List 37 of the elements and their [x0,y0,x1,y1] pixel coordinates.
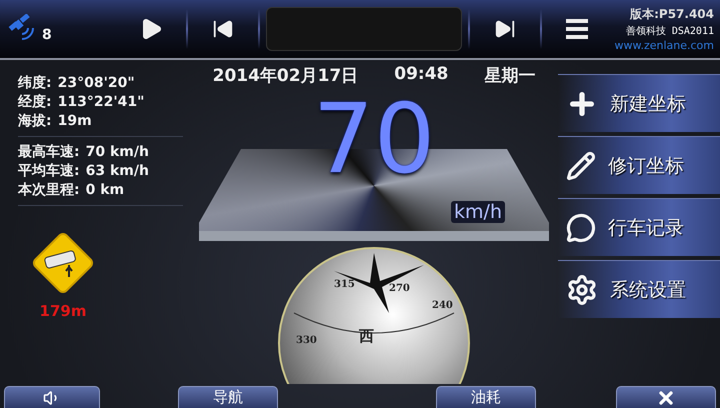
menu-icon [566,19,588,39]
coordinate-value: 113°22'41" [58,93,144,111]
time-label: 09:48 [394,64,448,86]
menu-item[interactable]: 新建坐标 [558,74,720,132]
coordinate-label: 海拔: [18,112,52,130]
website-link[interactable]: www.zenlane.com [614,39,714,52]
navigation-button[interactable]: 导航 [178,386,278,408]
satellite-count: 8 [42,27,52,43]
skip-forward-icon [494,18,516,40]
speed-value: 70 [312,87,436,191]
fuel-button[interactable]: 油耗 [436,386,536,408]
trip-stat-value: 0 km [86,181,124,199]
skip-back-icon [212,18,234,40]
close-button[interactable] [616,386,716,408]
menu-item[interactable]: 行车记录 [558,198,720,256]
volume-button[interactable] [4,386,100,408]
compass-ball-drawing: 315 270 330 240 西 [278,247,470,384]
trip-stat-value: 70 km/h [86,143,149,161]
trip-stat-label: 最高车速: [18,143,80,161]
settings-icon [566,274,598,306]
trip-stat-label: 本次里程: [18,181,80,199]
coordinate-label: 经度: [18,93,52,111]
coordinate-value: 19m [58,112,92,130]
version-label: 版本:P57.404 [630,6,714,23]
weekday-label: 星期一 [484,65,536,87]
menu-item[interactable]: 修订坐标 [558,136,720,194]
menu-item[interactable]: 系统设置 [558,260,720,318]
trip-stat-label: 平均车速: [18,162,80,180]
pencil-icon [566,150,596,180]
coordinate-value: 23°08'20" [58,74,135,92]
brand-label: 善领科技 DSA2011 [626,24,714,38]
date-label: 2014年02月17日 [212,65,358,87]
camera-distance: 179m [40,302,86,320]
speed-unit: km/h [451,201,505,223]
coordinate-label: 纬度: [18,74,52,92]
speech-bubble-icon [566,212,596,242]
trip-stat-value: 63 km/h [86,162,149,180]
